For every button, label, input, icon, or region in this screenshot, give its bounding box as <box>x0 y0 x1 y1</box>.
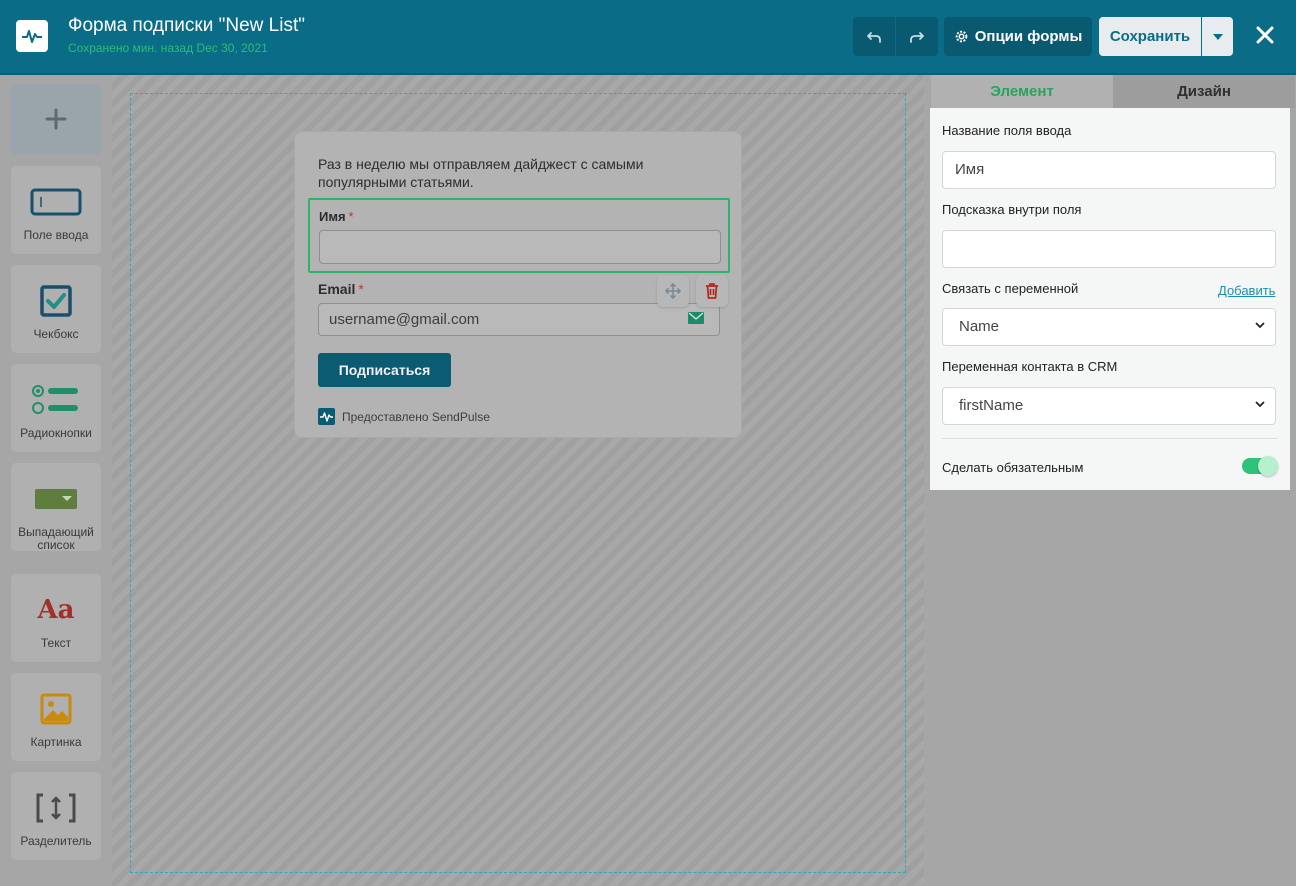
move-element-button[interactable] <box>657 275 689 307</box>
element-properties: Название поля ввода Имя Подсказка внутри… <box>930 108 1290 490</box>
placeholder-input[interactable] <box>942 230 1276 268</box>
chevron-down-icon <box>1255 401 1265 408</box>
variable-select-value: Name <box>959 318 1000 335</box>
palette-item-divider[interactable]: Разделитель <box>11 772 101 860</box>
palette-item-radio[interactable]: Радиокнопки <box>11 364 101 452</box>
form-description[interactable]: Раз в неделю мы отправляем дайджест с са… <box>318 155 718 191</box>
palette-item-label: Поле ввода <box>23 228 89 242</box>
chevron-down-icon <box>1255 322 1265 329</box>
selected-name-field[interactable]: Имя * <box>308 198 730 273</box>
add-element-button[interactable] <box>11 84 101 154</box>
subscription-form-preview: Раз в неделю мы отправляем дайджест с са… <box>294 131 742 438</box>
powered-by-text: Предоставлено SendPulse <box>342 409 490 424</box>
name-input-preview[interactable] <box>319 230 721 264</box>
placeholder-label: Подсказка внутри поля <box>942 202 1082 217</box>
text-icon: Aa <box>37 595 75 625</box>
divider-icon <box>36 793 76 823</box>
close-icon <box>1256 26 1274 44</box>
toggle-knob <box>1258 456 1278 476</box>
email-autofill-icon <box>688 312 704 324</box>
required-mark: * <box>358 281 364 297</box>
palette-item-input[interactable]: Поле ввода <box>11 166 101 254</box>
name-field-label: Имя * <box>319 209 354 224</box>
undo-button[interactable] <box>853 17 895 56</box>
palette-item-checkbox[interactable]: Чекбокс <box>11 265 101 353</box>
close-button[interactable] <box>1252 22 1278 48</box>
save-button[interactable]: Сохранить <box>1099 17 1201 56</box>
palette-item-dropdown[interactable]: Выпадающий список <box>11 463 101 552</box>
move-icon <box>665 283 681 299</box>
email-input-preview[interactable]: username@gmail.com <box>318 303 720 336</box>
element-palette: Поле ввода Чекбокс Радиокнопки Выпадающи… <box>0 75 112 886</box>
tab-element[interactable]: Элемент <box>931 75 1113 108</box>
radio-buttons-icon <box>32 385 78 414</box>
properties-panel: Элемент Дизайн Название поля ввода Имя П… <box>924 75 1296 886</box>
field-name-input[interactable]: Имя <box>942 151 1276 189</box>
header: Форма подписки "New List" Сохранено мин.… <box>0 0 1296 75</box>
required-toggle[interactable] <box>1242 456 1278 476</box>
image-icon <box>40 693 72 725</box>
form-options-button[interactable]: Опции формы <box>944 17 1092 56</box>
crm-variable-label: Переменная контакта в CRM <box>942 359 1118 374</box>
tab-design[interactable]: Дизайн <box>1113 75 1295 108</box>
undo-icon <box>867 31 881 43</box>
sendpulse-logo-icon <box>318 408 335 425</box>
field-name-label: Название поля ввода <box>942 123 1072 138</box>
variable-select[interactable]: Name <box>942 308 1276 346</box>
sendpulse-logo-icon[interactable] <box>16 20 48 52</box>
redo-icon <box>910 31 924 43</box>
save-dropdown-button[interactable] <box>1202 17 1233 56</box>
palette-item-label: Выпадающий список <box>18 525 94 552</box>
dropdown-icon <box>35 489 77 509</box>
palette-item-image[interactable]: Картинка <box>11 673 101 761</box>
palette-item-label: Разделитель <box>20 834 92 848</box>
variable-label: Связать с переменной <box>942 281 1079 296</box>
form-canvas[interactable]: Раз в неделю мы отправляем дайджест с са… <box>112 75 924 886</box>
form-options-label: Опции формы <box>974 28 1083 45</box>
palette-item-label: Чекбокс <box>33 327 79 341</box>
palette-item-label: Текст <box>40 636 72 650</box>
required-mark: * <box>348 209 354 224</box>
plus-icon <box>45 108 67 130</box>
subscribe-button[interactable]: Подписаться <box>318 353 451 387</box>
save-status: Сохранено мин. назад Dec 30, 2021 <box>68 41 268 55</box>
checkbox-icon <box>40 285 72 317</box>
required-toggle-label: Сделать обязательным <box>942 460 1084 475</box>
email-field-label: Email * <box>318 281 364 297</box>
divider <box>942 438 1278 439</box>
trash-icon <box>706 283 718 299</box>
page-title: Форма подписки "New List" <box>68 15 305 36</box>
palette-item-label: Радиокнопки <box>20 426 92 440</box>
palette-item-text[interactable]: Aa Текст <box>11 574 101 662</box>
gear-icon <box>955 30 968 43</box>
add-variable-link[interactable]: Добавить <box>1218 283 1275 298</box>
delete-element-button[interactable] <box>696 275 728 307</box>
crm-select-value: firstName <box>959 397 1024 414</box>
caret-down-icon <box>1212 33 1223 40</box>
crm-variable-select[interactable]: firstName <box>942 387 1276 425</box>
redo-button[interactable] <box>896 17 938 56</box>
powered-by[interactable]: Предоставлено SendPulse <box>318 408 490 425</box>
palette-item-label: Картинка <box>30 735 82 749</box>
input-field-icon <box>30 188 82 216</box>
